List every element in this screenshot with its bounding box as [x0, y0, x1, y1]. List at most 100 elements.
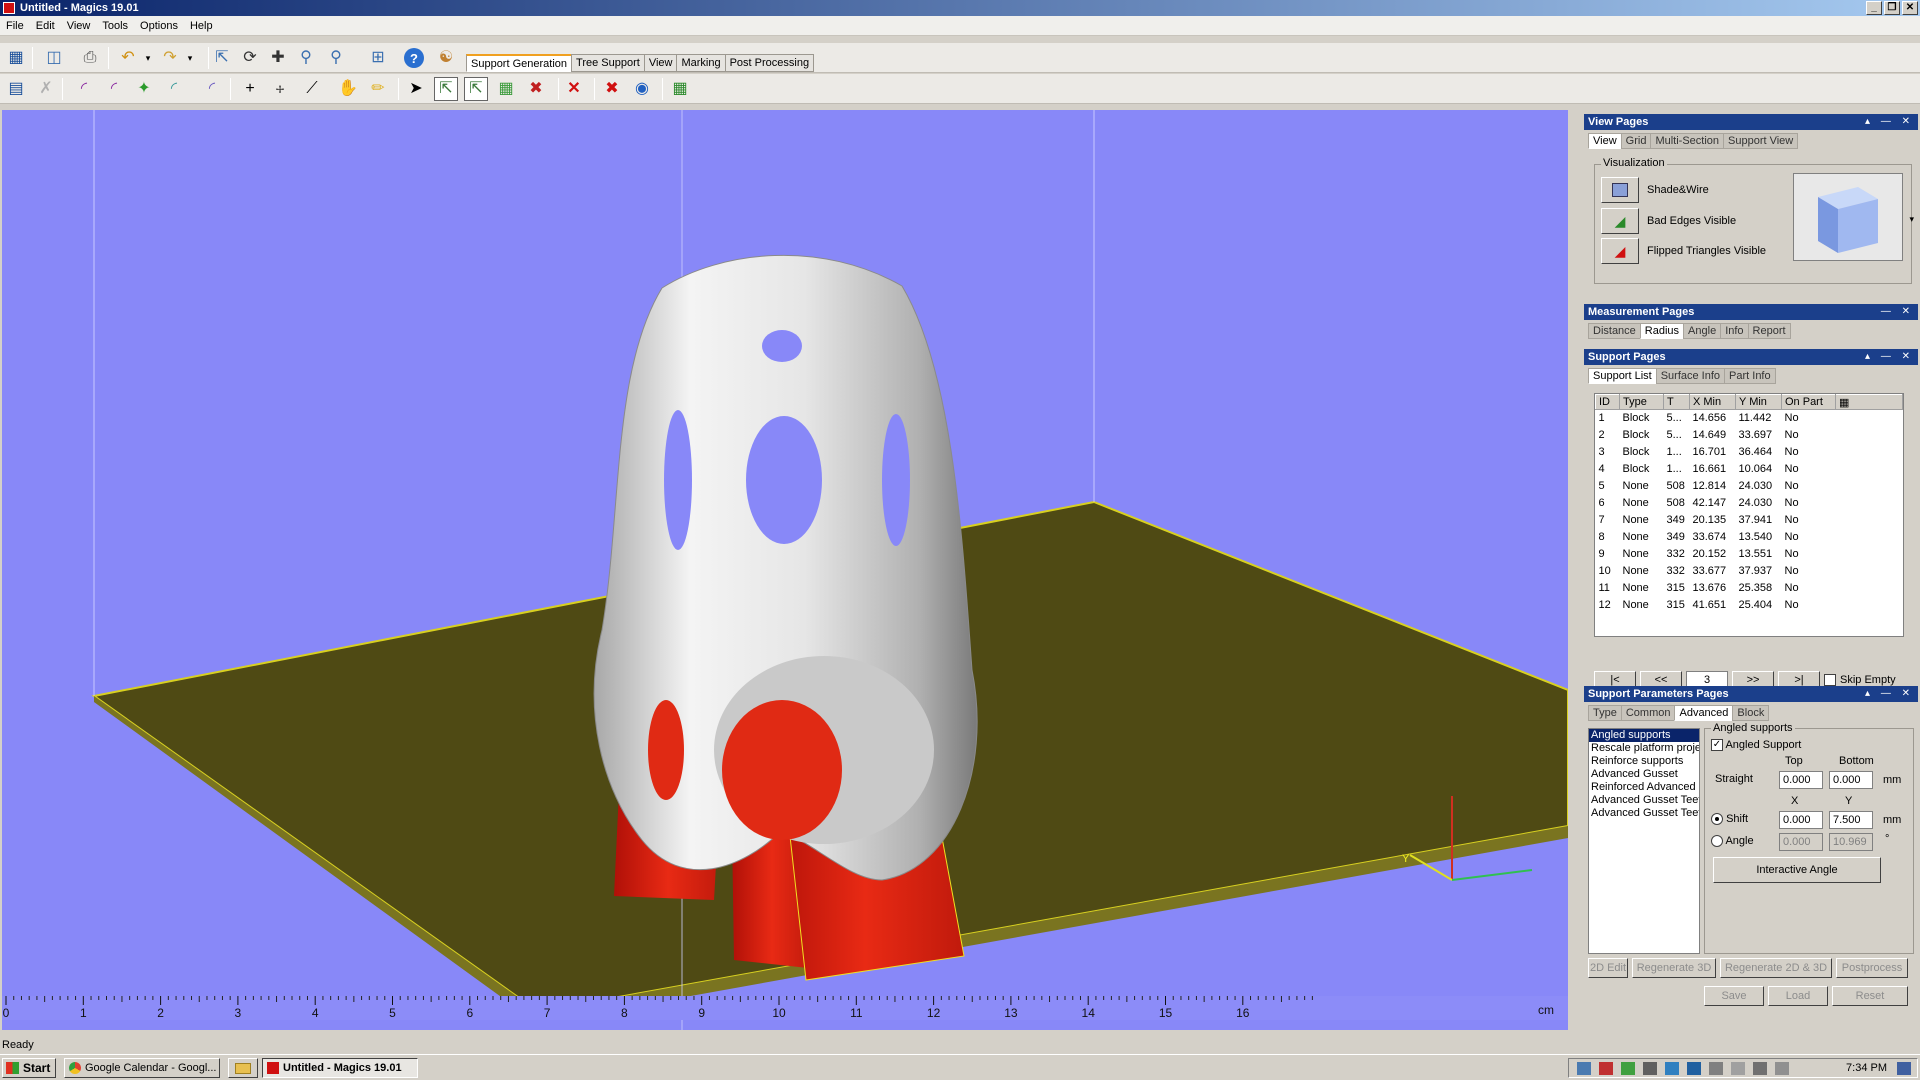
- col-id[interactable]: ID: [1595, 394, 1620, 410]
- save-params-button[interactable]: Save: [1704, 986, 1764, 1006]
- table-row[interactable]: 5 None 508 12.814 24.030 No: [1596, 478, 1903, 495]
- task-explorer[interactable]: [228, 1058, 258, 1078]
- angled-support-checkbox[interactable]: ✓: [1711, 739, 1723, 752]
- tab-support-generation[interactable]: Support Generation: [466, 54, 573, 72]
- tab-info[interactable]: Info: [1720, 323, 1749, 339]
- regenerate-3d-button[interactable]: Regenerate 3D: [1632, 958, 1716, 978]
- zoom-window-icon[interactable]: ⚲: [324, 46, 348, 70]
- context-help-icon[interactable]: ☯: [434, 46, 458, 70]
- tab-view-page[interactable]: View: [1588, 133, 1622, 149]
- hatch-icon[interactable]: ⧾: [268, 77, 292, 101]
- list-item-angled-supports[interactable]: Angled supports: [1589, 729, 1699, 742]
- update-icon[interactable]: [1621, 1062, 1635, 1075]
- menu-edit[interactable]: Edit: [30, 17, 61, 35]
- table-row[interactable]: 7 None 349 20.135 37.941 No: [1596, 512, 1903, 529]
- layer-stack-icon[interactable]: ▦: [668, 77, 692, 101]
- list-item-reinforce-supports[interactable]: Reinforce supports: [1589, 755, 1699, 768]
- table-row[interactable]: 10 None 332 33.677 37.937 No: [1596, 563, 1903, 580]
- straight-top-input[interactable]: 0.000: [1779, 771, 1823, 789]
- list-item-reinforced-advanced[interactable]: Reinforced Advanced (: [1589, 781, 1699, 794]
- redo-dropdown-icon[interactable]: ▾: [178, 46, 202, 70]
- pan-view-icon[interactable]: ✚: [266, 46, 290, 70]
- tab-grid[interactable]: Grid: [1620, 133, 1652, 149]
- minimize-button[interactable]: _: [1866, 1, 1882, 15]
- add-surface-icon[interactable]: ◜: [72, 77, 96, 101]
- unmark-surface-icon[interactable]: ◜: [162, 77, 186, 101]
- tab-multi-section[interactable]: Multi-Section: [1650, 133, 1725, 149]
- tab-post-processing[interactable]: Post Processing: [724, 54, 815, 72]
- list-item-gusset-teeth-2[interactable]: Advanced Gusset Teet: [1589, 807, 1699, 820]
- close-button[interactable]: ✕: [1902, 1, 1918, 15]
- tab-radius[interactable]: Radius: [1639, 323, 1685, 339]
- volume-icon[interactable]: [1753, 1062, 1767, 1075]
- tab-block[interactable]: Block: [1732, 705, 1770, 721]
- shade-wire-button[interactable]: [1601, 177, 1639, 203]
- shift-radio[interactable]: [1711, 813, 1723, 826]
- view-cube-dropdown-icon[interactable]: ▾: [1909, 214, 1914, 225]
- view-cube[interactable]: ▾: [1793, 173, 1914, 261]
- bad-edges-button[interactable]: ◢: [1601, 208, 1639, 234]
- tab-marking[interactable]: Marking: [676, 54, 726, 72]
- network-icon[interactable]: [1577, 1062, 1591, 1075]
- panel-controls-icon[interactable]: ▴ — ✕: [1865, 114, 1914, 130]
- restore-button[interactable]: ❐: [1884, 1, 1900, 15]
- tab-surface-info[interactable]: Surface Info: [1655, 368, 1726, 384]
- show-desktop-icon[interactable]: [1897, 1062, 1911, 1075]
- 3d-viewport[interactable]: Y 0 1 2 3 4 5 6 7 8 9 10 11 12 13 14 15 16 cm: [2, 110, 1568, 1030]
- panel-controls-icon[interactable]: ▴ — ✕: [1865, 686, 1914, 702]
- sphere-icon[interactable]: ◉: [630, 77, 654, 101]
- start-button[interactable]: Start: [2, 1058, 56, 1078]
- remove-selection-icon[interactable]: ✖: [524, 77, 548, 101]
- shift-y-input[interactable]: 7.500: [1829, 811, 1873, 829]
- import-part-icon[interactable]: ◫: [42, 46, 66, 70]
- task-google-calendar[interactable]: Google Calendar - Googl...: [64, 1058, 220, 1078]
- interactive-angle-button[interactable]: Interactive Angle: [1713, 857, 1881, 883]
- antivirus-icon[interactable]: [1599, 1062, 1613, 1075]
- list-item-advanced-gusset[interactable]: Advanced Gusset: [1589, 768, 1699, 781]
- tab-advanced[interactable]: Advanced: [1674, 705, 1734, 721]
- table-row[interactable]: 11 None 315 13.676 25.358 No: [1596, 580, 1903, 597]
- angle-y-input[interactable]: 10.969: [1829, 833, 1873, 851]
- zoom-icon[interactable]: ⚲: [294, 46, 318, 70]
- tab-report[interactable]: Report: [1747, 323, 1791, 339]
- panel-controls-icon[interactable]: — ✕: [1881, 304, 1914, 320]
- help-icon[interactable]: ?: [404, 48, 424, 68]
- menu-options[interactable]: Options: [134, 17, 184, 35]
- select-region-icon[interactable]: ⇱: [464, 77, 488, 101]
- add-point-icon[interactable]: +: [238, 77, 262, 101]
- menu-view[interactable]: View: [61, 17, 97, 35]
- pointer-icon[interactable]: ➤: [404, 77, 428, 101]
- tab-common[interactable]: Common: [1620, 705, 1676, 721]
- menu-tools[interactable]: Tools: [96, 17, 134, 35]
- table-row[interactable]: 9 None 332 20.152 13.551 No: [1596, 546, 1903, 563]
- tab-tree-support[interactable]: Tree Support: [571, 54, 645, 72]
- tab-angle[interactable]: Angle: [1683, 323, 1722, 339]
- angle-radio[interactable]: [1711, 835, 1723, 848]
- printer-tray-icon[interactable]: [1643, 1062, 1657, 1075]
- panel-controls-icon[interactable]: ▴ — ✕: [1865, 349, 1914, 365]
- straight-bottom-input[interactable]: 0.000: [1829, 771, 1873, 789]
- generate-support-icon[interactable]: ▤: [4, 77, 28, 101]
- menu-file[interactable]: File: [0, 17, 30, 35]
- load-params-button[interactable]: Load: [1768, 986, 1828, 1006]
- regenerate-2d-3d-button[interactable]: Regenerate 2D & 3D: [1720, 958, 1832, 978]
- pencil-icon[interactable]: ✏: [366, 77, 390, 101]
- list-item-gusset-teeth-1[interactable]: Advanced Gusset Teet: [1589, 794, 1699, 807]
- 2d-edit-button[interactable]: 2D Edit: [1588, 958, 1628, 978]
- tab-distance[interactable]: Distance: [1588, 323, 1641, 339]
- list-item-rescale-platform[interactable]: Rescale platform proje: [1589, 742, 1699, 755]
- delete-icon[interactable]: ✕: [562, 77, 586, 101]
- postprocess-button[interactable]: Postprocess: [1836, 958, 1908, 978]
- rotate-view-icon[interactable]: ⟳: [238, 46, 262, 70]
- column-chooser-icon[interactable]: ▦: [1835, 394, 1903, 410]
- wifi-icon[interactable]: [1687, 1062, 1701, 1075]
- delete-support-icon[interactable]: ✗: [34, 77, 58, 101]
- select-part-icon[interactable]: ⇱: [210, 46, 234, 70]
- tab-support-list[interactable]: Support List: [1588, 368, 1657, 384]
- angle-x-input[interactable]: 0.000: [1779, 833, 1823, 851]
- battery-icon[interactable]: [1731, 1062, 1745, 1075]
- select-support-icon[interactable]: ⇱: [434, 77, 458, 101]
- col-y-min[interactable]: Y Min: [1735, 394, 1782, 410]
- flipped-triangles-button[interactable]: ◢: [1601, 238, 1639, 264]
- table-row[interactable]: 1 Block 5... 14.656 11.442 No: [1596, 410, 1903, 427]
